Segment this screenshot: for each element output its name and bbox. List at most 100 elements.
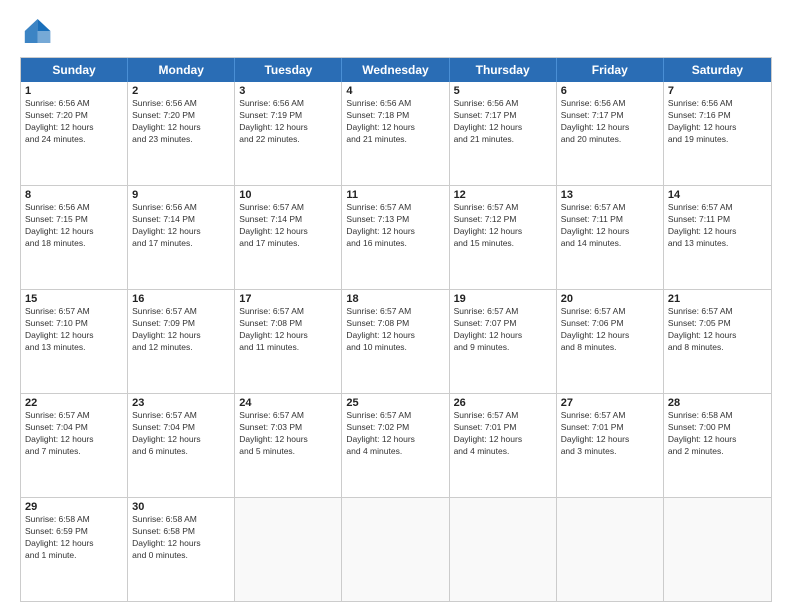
day-cell-14: 14Sunrise: 6:57 AMSunset: 7:11 PMDayligh… bbox=[664, 186, 771, 289]
day-info: Sunrise: 6:57 AMSunset: 7:02 PMDaylight:… bbox=[346, 410, 444, 458]
day-number: 29 bbox=[25, 501, 123, 513]
day-cell-17: 17Sunrise: 6:57 AMSunset: 7:08 PMDayligh… bbox=[235, 290, 342, 393]
empty-cell bbox=[342, 498, 449, 601]
header-cell-monday: Monday bbox=[128, 58, 235, 82]
day-number: 13 bbox=[561, 189, 659, 201]
day-number: 16 bbox=[132, 293, 230, 305]
day-cell-8: 8Sunrise: 6:56 AMSunset: 7:15 PMDaylight… bbox=[21, 186, 128, 289]
logo bbox=[20, 15, 56, 47]
day-cell-10: 10Sunrise: 6:57 AMSunset: 7:14 PMDayligh… bbox=[235, 186, 342, 289]
day-info: Sunrise: 6:57 AMSunset: 7:14 PMDaylight:… bbox=[239, 202, 337, 250]
day-info: Sunrise: 6:57 AMSunset: 7:06 PMDaylight:… bbox=[561, 306, 659, 354]
day-info: Sunrise: 6:57 AMSunset: 7:07 PMDaylight:… bbox=[454, 306, 552, 354]
day-info: Sunrise: 6:57 AMSunset: 7:08 PMDaylight:… bbox=[239, 306, 337, 354]
day-cell-30: 30Sunrise: 6:58 AMSunset: 6:58 PMDayligh… bbox=[128, 498, 235, 601]
calendar: SundayMondayTuesdayWednesdayThursdayFrid… bbox=[20, 57, 772, 602]
day-info: Sunrise: 6:57 AMSunset: 7:04 PMDaylight:… bbox=[132, 410, 230, 458]
day-number: 9 bbox=[132, 189, 230, 201]
day-info: Sunrise: 6:57 AMSunset: 7:08 PMDaylight:… bbox=[346, 306, 444, 354]
day-number: 7 bbox=[668, 85, 767, 97]
day-cell-20: 20Sunrise: 6:57 AMSunset: 7:06 PMDayligh… bbox=[557, 290, 664, 393]
day-number: 4 bbox=[346, 85, 444, 97]
day-cell-13: 13Sunrise: 6:57 AMSunset: 7:11 PMDayligh… bbox=[557, 186, 664, 289]
day-info: Sunrise: 6:56 AMSunset: 7:14 PMDaylight:… bbox=[132, 202, 230, 250]
page: SundayMondayTuesdayWednesdayThursdayFrid… bbox=[0, 0, 792, 612]
day-number: 30 bbox=[132, 501, 230, 513]
day-info: Sunrise: 6:56 AMSunset: 7:20 PMDaylight:… bbox=[132, 98, 230, 146]
day-cell-21: 21Sunrise: 6:57 AMSunset: 7:05 PMDayligh… bbox=[664, 290, 771, 393]
day-cell-9: 9Sunrise: 6:56 AMSunset: 7:14 PMDaylight… bbox=[128, 186, 235, 289]
empty-cell bbox=[557, 498, 664, 601]
day-info: Sunrise: 6:56 AMSunset: 7:17 PMDaylight:… bbox=[454, 98, 552, 146]
day-info: Sunrise: 6:56 AMSunset: 7:19 PMDaylight:… bbox=[239, 98, 337, 146]
day-cell-25: 25Sunrise: 6:57 AMSunset: 7:02 PMDayligh… bbox=[342, 394, 449, 497]
day-info: Sunrise: 6:57 AMSunset: 7:10 PMDaylight:… bbox=[25, 306, 123, 354]
day-info: Sunrise: 6:56 AMSunset: 7:18 PMDaylight:… bbox=[346, 98, 444, 146]
calendar-row-2: 8Sunrise: 6:56 AMSunset: 7:15 PMDaylight… bbox=[21, 186, 771, 290]
header-cell-friday: Friday bbox=[557, 58, 664, 82]
day-cell-19: 19Sunrise: 6:57 AMSunset: 7:07 PMDayligh… bbox=[450, 290, 557, 393]
day-info: Sunrise: 6:56 AMSunset: 7:17 PMDaylight:… bbox=[561, 98, 659, 146]
day-cell-12: 12Sunrise: 6:57 AMSunset: 7:12 PMDayligh… bbox=[450, 186, 557, 289]
day-cell-18: 18Sunrise: 6:57 AMSunset: 7:08 PMDayligh… bbox=[342, 290, 449, 393]
day-cell-2: 2Sunrise: 6:56 AMSunset: 7:20 PMDaylight… bbox=[128, 82, 235, 185]
day-info: Sunrise: 6:57 AMSunset: 7:11 PMDaylight:… bbox=[561, 202, 659, 250]
calendar-row-1: 1 Sunrise: 6:56 AMSunset: 7:20 PMDaylight… bbox=[21, 82, 771, 186]
calendar-header: SundayMondayTuesdayWednesdayThursdayFrid… bbox=[21, 58, 771, 82]
header-cell-thursday: Thursday bbox=[450, 58, 557, 82]
day-info: Sunrise: 6:58 AMSunset: 6:59 PMDaylight:… bbox=[25, 514, 123, 562]
day-number: 3 bbox=[239, 85, 337, 97]
day-number: 21 bbox=[668, 293, 767, 305]
day-info: Sunrise: 6:57 AMSunset: 7:09 PMDaylight:… bbox=[132, 306, 230, 354]
day-number: 15 bbox=[25, 293, 123, 305]
header bbox=[20, 15, 772, 47]
day-info: Sunrise: 6:58 AMSunset: 6:58 PMDaylight:… bbox=[132, 514, 230, 562]
day-info: Sunrise: 6:56 AMSunset: 7:16 PMDaylight:… bbox=[668, 98, 767, 146]
day-number: 22 bbox=[25, 397, 123, 409]
empty-cell bbox=[664, 498, 771, 601]
day-number: 20 bbox=[561, 293, 659, 305]
day-info: Sunrise: 6:57 AMSunset: 7:03 PMDaylight:… bbox=[239, 410, 337, 458]
day-number: 18 bbox=[346, 293, 444, 305]
day-cell-15: 15Sunrise: 6:57 AMSunset: 7:10 PMDayligh… bbox=[21, 290, 128, 393]
day-cell-28: 28Sunrise: 6:58 AMSunset: 7:00 PMDayligh… bbox=[664, 394, 771, 497]
day-info: Sunrise: 6:58 AMSunset: 7:00 PMDaylight:… bbox=[668, 410, 767, 458]
day-number: 24 bbox=[239, 397, 337, 409]
day-cell-6: 6Sunrise: 6:56 AMSunset: 7:17 PMDaylight… bbox=[557, 82, 664, 185]
day-number: 12 bbox=[454, 189, 552, 201]
day-info: Sunrise: 6:57 AMSunset: 7:11 PMDaylight:… bbox=[668, 202, 767, 250]
day-number: 26 bbox=[454, 397, 552, 409]
day-cell-22: 22Sunrise: 6:57 AMSunset: 7:04 PMDayligh… bbox=[21, 394, 128, 497]
day-cell-3: 3Sunrise: 6:56 AMSunset: 7:19 PMDaylight… bbox=[235, 82, 342, 185]
day-number: 6 bbox=[561, 85, 659, 97]
day-info: Sunrise: 6:57 AMSunset: 7:12 PMDaylight:… bbox=[454, 202, 552, 250]
empty-cell bbox=[235, 498, 342, 601]
calendar-row-5: 29Sunrise: 6:58 AMSunset: 6:59 PMDayligh… bbox=[21, 498, 771, 601]
day-number: 14 bbox=[668, 189, 767, 201]
day-cell-24: 24Sunrise: 6:57 AMSunset: 7:03 PMDayligh… bbox=[235, 394, 342, 497]
day-info: Sunrise: 6:57 AMSunset: 7:13 PMDaylight:… bbox=[346, 202, 444, 250]
calendar-body: 1 Sunrise: 6:56 AMSunset: 7:20 PMDaylight… bbox=[21, 82, 771, 601]
day-cell-11: 11Sunrise: 6:57 AMSunset: 7:13 PMDayligh… bbox=[342, 186, 449, 289]
day-cell-5: 5Sunrise: 6:56 AMSunset: 7:17 PMDaylight… bbox=[450, 82, 557, 185]
day-info: Sunrise: 6:56 AMSunset: 7:15 PMDaylight:… bbox=[25, 202, 123, 250]
day-info: Sunrise: 6:57 AMSunset: 7:01 PMDaylight:… bbox=[454, 410, 552, 458]
header-cell-wednesday: Wednesday bbox=[342, 58, 449, 82]
day-info: Sunrise: 6:57 AMSunset: 7:01 PMDaylight:… bbox=[561, 410, 659, 458]
day-number: 19 bbox=[454, 293, 552, 305]
day-number: 2 bbox=[132, 85, 230, 97]
day-cell-29: 29Sunrise: 6:58 AMSunset: 6:59 PMDayligh… bbox=[21, 498, 128, 601]
day-number: 25 bbox=[346, 397, 444, 409]
day-cell-27: 27Sunrise: 6:57 AMSunset: 7:01 PMDayligh… bbox=[557, 394, 664, 497]
day-number: 27 bbox=[561, 397, 659, 409]
day-number: 5 bbox=[454, 85, 552, 97]
header-cell-sunday: Sunday bbox=[21, 58, 128, 82]
day-number: 11 bbox=[346, 189, 444, 201]
header-cell-saturday: Saturday bbox=[664, 58, 771, 82]
day-cell-16: 16Sunrise: 6:57 AMSunset: 7:09 PMDayligh… bbox=[128, 290, 235, 393]
day-number: 1 bbox=[25, 85, 123, 97]
day-number: 23 bbox=[132, 397, 230, 409]
day-number: 8 bbox=[25, 189, 123, 201]
day-cell-4: 4Sunrise: 6:56 AMSunset: 7:18 PMDaylight… bbox=[342, 82, 449, 185]
calendar-row-3: 15Sunrise: 6:57 AMSunset: 7:10 PMDayligh… bbox=[21, 290, 771, 394]
